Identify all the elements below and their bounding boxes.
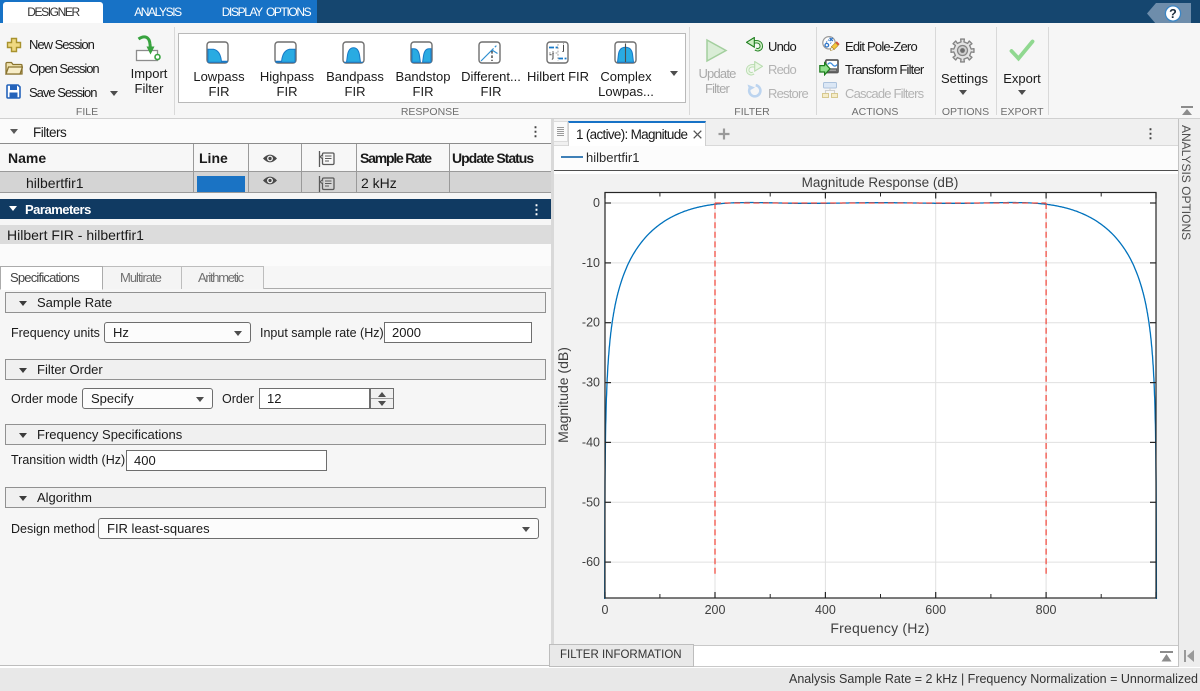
svg-text:600: 600 (925, 603, 946, 617)
svg-text:-50: -50 (582, 495, 600, 509)
svg-text:Magnitude (dB): Magnitude (dB) (555, 347, 571, 443)
svg-text:0: 0 (602, 603, 609, 617)
svg-text:-60: -60 (582, 555, 600, 569)
svg-text:-10: -10 (582, 256, 600, 270)
svg-text:200: 200 (705, 603, 726, 617)
svg-text:-j: -j (549, 50, 554, 60)
svg-text:800: 800 (1036, 603, 1057, 617)
svg-text:-30: -30 (582, 376, 600, 390)
svg-text:-40: -40 (582, 435, 600, 449)
svg-text:j: j (562, 42, 565, 52)
svg-text:400: 400 (815, 603, 836, 617)
svg-text:0: 0 (593, 196, 600, 210)
svg-text:Magnitude Response (dB): Magnitude Response (dB) (802, 175, 959, 190)
svg-text:?: ? (1169, 7, 1177, 21)
svg-text:-20: -20 (582, 316, 600, 330)
svg-text:Frequency (Hz): Frequency (Hz) (830, 620, 929, 636)
